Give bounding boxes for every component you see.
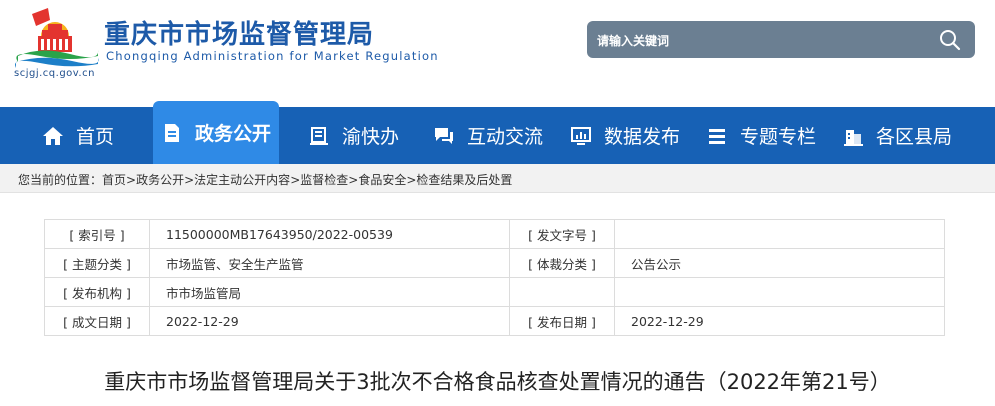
- index-value: 11500000MB17643950/2022-00539: [149, 219, 510, 249]
- nav-item-interaction[interactable]: 互动交流: [433, 107, 543, 164]
- breadcrumb-bar: 您当前的位置：首页>政务公开>法定主动公开内容>监督检查>食品安全>检查结果及后…: [0, 164, 995, 193]
- empty-cell: [509, 277, 615, 307]
- nav-item-label: 数据发布: [604, 126, 681, 148]
- created-date-value: 2022-12-29: [149, 306, 510, 336]
- breadcrumb-separator: >: [406, 173, 417, 187]
- issuer-value: 市市场监管局: [149, 277, 510, 307]
- monitor-chart-icon: [571, 126, 591, 145]
- nav-item-label: 各区县局: [876, 126, 953, 148]
- nav-item-home[interactable]: 首页: [42, 107, 114, 164]
- nav-item-yukuaiban[interactable]: 渝快办: [308, 107, 399, 164]
- breadcrumb-separator: >: [126, 173, 137, 187]
- document-info-table: [ 索引号 ] 11500000MB17643950/2022-00539 [ …: [44, 219, 945, 336]
- search-box: [587, 21, 975, 60]
- site-url: scjgj.cq.gov.cn: [14, 68, 95, 79]
- table-row: [ 索引号 ] 11500000MB17643950/2022-00539 [ …: [44, 219, 945, 249]
- created-date-label: [ 成文日期 ]: [44, 306, 150, 336]
- site-header: scjgj.cq.gov.cn 重庆市市场监督管理局 Chongqing Adm…: [0, 0, 995, 107]
- site-subtitle: Chongqing Administration for Market Regu…: [106, 49, 439, 63]
- breadcrumb-separator: >: [184, 173, 195, 187]
- published-date-label: [ 发布日期 ]: [509, 306, 615, 336]
- index-label: [ 索引号 ]: [44, 219, 150, 249]
- site-logo[interactable]: [10, 6, 100, 70]
- nav-item-government-affairs[interactable]: 政务公开: [153, 101, 280, 164]
- main-nav: 首页 政务公开 渝快办 互动交流 数据发布 专题专栏 各区县局: [0, 101, 995, 164]
- table-row: [ 成文日期 ] 2022-12-29 [ 发布日期 ] 2022-12-29: [44, 306, 945, 336]
- nav-item-label: 渝快办: [342, 126, 400, 148]
- nav-item-label: 政务公开: [195, 123, 272, 145]
- list-icon: [709, 128, 725, 144]
- breadcrumb-link-food-safety[interactable]: 食品安全: [358, 173, 406, 187]
- search-icon[interactable]: [939, 29, 961, 51]
- nav-item-label: 专题专栏: [740, 126, 817, 148]
- breadcrumb-link-government-affairs[interactable]: 政务公开: [136, 173, 184, 187]
- nav-item-label: 首页: [76, 126, 115, 148]
- breadcrumb-separator: >: [290, 173, 301, 187]
- table-row: [ 主题分类 ] 市场监管、安全生产监管 [ 体裁分类 ] 公告公示: [44, 248, 945, 278]
- breadcrumb-prefix: 您当前的位置：: [18, 173, 103, 187]
- topic-label: [ 主题分类 ]: [44, 248, 150, 278]
- chat-icon: [435, 127, 453, 144]
- table-row: [ 发布机构 ] 市市场监管局: [44, 277, 945, 307]
- document-title: 重庆市市场监督管理局关于3批次不合格食品核查处置情况的通告（2022年第21号）: [104, 370, 891, 394]
- genre-value: 公告公示: [614, 248, 945, 278]
- nav-item-data-release[interactable]: 数据发布: [570, 107, 680, 164]
- breadcrumb-link-supervision-inspection[interactable]: 监督检查: [300, 173, 348, 187]
- doc-number-label: [ 发文字号 ]: [509, 219, 615, 249]
- breadcrumb-link-statutory-disclosure[interactable]: 法定主动公开内容: [194, 173, 290, 187]
- nav-item-special-topics[interactable]: 专题专栏: [706, 107, 816, 164]
- home-icon: [43, 126, 63, 145]
- issuer-label: [ 发布机构 ]: [44, 277, 150, 307]
- nav-item-label: 互动交流: [467, 126, 544, 148]
- published-date-value: 2022-12-29: [614, 306, 945, 336]
- search-input[interactable]: [595, 21, 919, 60]
- book-icon: [310, 126, 328, 145]
- empty-cell: [614, 277, 945, 307]
- building-icon: [844, 129, 863, 146]
- topic-value: 市场监管、安全生产监管: [149, 248, 510, 278]
- breadcrumb-separator: >: [348, 173, 359, 187]
- site-title[interactable]: 重庆市市场监督管理局: [104, 14, 374, 51]
- doc-number-value: [614, 219, 945, 249]
- breadcrumb: 您当前的位置：首页>政务公开>法定主动公开内容>监督检查>食品安全>检查结果及后…: [18, 171, 512, 188]
- breadcrumb-link-home[interactable]: 首页: [102, 173, 126, 187]
- nav-item-district-bureaus[interactable]: 各区县局: [842, 107, 952, 164]
- genre-label: [ 体裁分类 ]: [509, 248, 615, 278]
- breadcrumb-link-inspection-results[interactable]: 检查结果及后处置: [416, 173, 512, 187]
- document-icon: [165, 123, 179, 142]
